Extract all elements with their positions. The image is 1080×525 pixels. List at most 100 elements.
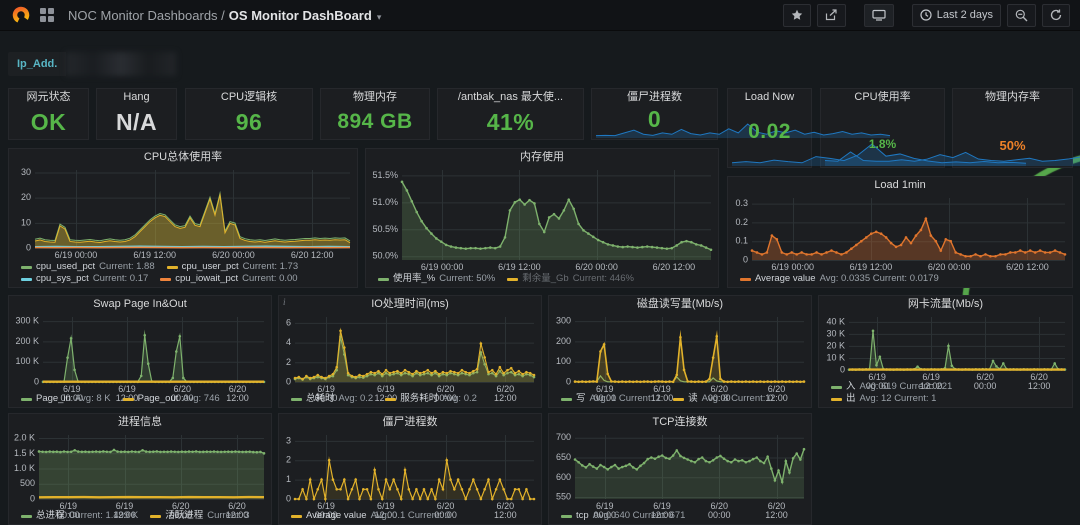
legend-series-label[interactable]: 入 bbox=[846, 381, 856, 393]
star-button[interactable] bbox=[783, 4, 811, 27]
zoom-out-button[interactable] bbox=[1007, 4, 1036, 27]
chevron-down-icon[interactable]: ▾ bbox=[377, 12, 382, 22]
legend-series-label[interactable]: Average value bbox=[755, 273, 816, 285]
refresh-button[interactable] bbox=[1042, 4, 1070, 27]
legend-item[interactable]: Average valueAvg: 0.0335 Current: 0.0179 bbox=[740, 273, 939, 285]
legend-item[interactable]: 剩余量_Gb Current: 446% bbox=[507, 273, 634, 285]
swap-chart[interactable] bbox=[9, 312, 271, 404]
panel-title[interactable]: Swap Page In&Out bbox=[9, 296, 271, 312]
legend-item[interactable]: 读Avg: 8 Current: 0 bbox=[673, 393, 773, 405]
proc-chart[interactable] bbox=[9, 430, 271, 521]
star-icon bbox=[791, 9, 803, 21]
panel-swap-graph: Swap Page In&Out Page_inAvg: 8 K Page_out… bbox=[8, 295, 272, 408]
panel-title[interactable]: CPU总体使用率 bbox=[9, 149, 357, 165]
legend-series-label[interactable]: tcp bbox=[576, 510, 589, 522]
cpu-usage-chart[interactable] bbox=[9, 165, 357, 261]
share-button[interactable] bbox=[817, 4, 846, 27]
legend: tcp Avg: 640 Current: 671 bbox=[549, 510, 811, 524]
disk-chart[interactable] bbox=[549, 312, 811, 404]
panel-title[interactable]: 进程信息 bbox=[9, 414, 271, 430]
panel-title[interactable]: IO处理时间(ms) bbox=[279, 296, 541, 312]
legend-item[interactable]: 入Avg: 619 Current: 221 bbox=[831, 381, 952, 393]
panel-title[interactable]: 磁盘读写量(Mb/s) bbox=[549, 296, 811, 312]
legend-item[interactable]: cpu_sys_pctCurrent: 0.17 bbox=[21, 273, 148, 285]
legend-series-label[interactable]: 活跃进程 bbox=[165, 510, 203, 522]
variable-value-redacted[interactable] bbox=[66, 52, 176, 76]
legend-series-label[interactable]: 服务耗时 bbox=[400, 393, 438, 405]
legend-series-label[interactable]: 使用率_% bbox=[393, 273, 435, 285]
legend-item[interactable]: 使用率_%Current: 50% bbox=[378, 273, 495, 285]
panel-title[interactable]: CPU逻辑核 bbox=[186, 89, 312, 105]
grafana-logo-icon[interactable] bbox=[12, 6, 30, 24]
legend-item[interactable]: cpu_used_pctCurrent: 1.88 bbox=[21, 261, 155, 273]
legend-item[interactable]: Page_inAvg: 8 K bbox=[21, 393, 111, 405]
legend-series-dash bbox=[160, 278, 171, 281]
dashboards-grid-icon[interactable] bbox=[40, 8, 54, 22]
legend-item[interactable]: cpu_iowait_pctCurrent: 0.00 bbox=[160, 273, 297, 285]
breadcrumb-group[interactable]: NOC Monitor Dashboards bbox=[68, 8, 218, 23]
legend-series-label[interactable]: 写 bbox=[576, 393, 586, 405]
top-navbar: NOC Monitor Dashboards /OS Monitor DashB… bbox=[0, 0, 1080, 31]
legend-series-label[interactable]: 总进程 bbox=[36, 510, 65, 522]
panel-title[interactable]: 内存使用 bbox=[366, 149, 718, 165]
legend-series-label[interactable]: cpu_used_pct bbox=[36, 261, 95, 273]
legend-series-label[interactable]: cpu_user_pct bbox=[182, 261, 239, 273]
legend-series-label[interactable]: 总耗时 bbox=[306, 393, 335, 405]
dashboard-title[interactable]: OS Monitor DashBoard bbox=[229, 8, 372, 23]
legend-series-value: Avg: 12 Current: 1 bbox=[860, 393, 937, 405]
legend-series-value: Current: 1.499 K bbox=[69, 510, 139, 522]
panel-title[interactable]: Load 1min bbox=[728, 177, 1072, 193]
io-chart[interactable] bbox=[279, 312, 541, 404]
legend-item[interactable]: 出 Avg: 12 Current: 1 bbox=[831, 393, 936, 405]
legend-item[interactable]: 活跃进程Current: 3 bbox=[150, 510, 249, 522]
legend-series-label[interactable]: cpu_sys_pct bbox=[36, 273, 89, 285]
legend-series-label[interactable]: 剩余量_Gb bbox=[522, 273, 568, 285]
panel-title[interactable]: 物理内存率 bbox=[953, 89, 1072, 105]
legend-series-label[interactable]: 读 bbox=[688, 393, 698, 405]
info-icon[interactable]: i bbox=[283, 297, 286, 307]
refresh-icon bbox=[1050, 9, 1062, 21]
panel-title[interactable]: 物理内存 bbox=[321, 89, 429, 105]
tv-mode-button[interactable] bbox=[864, 4, 894, 27]
legend-series-dash bbox=[291, 398, 302, 401]
legend-series-label[interactable]: cpu_iowait_pct bbox=[175, 273, 238, 285]
legend-series-value: Avg: 640 Current: 671 bbox=[593, 510, 686, 522]
panel-cpu-usage-graph: CPU总体使用率 cpu_used_pctCurrent: 1.88cpu_us… bbox=[8, 148, 358, 288]
panel-title[interactable]: CPU使用率 bbox=[821, 89, 944, 105]
legend: 使用率_%Current: 50% 剩余量_Gb Current: 446% bbox=[366, 273, 718, 287]
panel-title[interactable]: 僵尸进程数 bbox=[279, 414, 541, 430]
legend-series-dash bbox=[123, 398, 134, 401]
time-range-button[interactable]: Last 2 days bbox=[912, 4, 1001, 27]
legend-series-dash bbox=[378, 278, 389, 281]
legend-series-label[interactable]: Page_in bbox=[36, 393, 71, 405]
legend-item[interactable]: 服务耗时Avg: 0.2 bbox=[385, 393, 477, 405]
legend-item[interactable]: Average valueAvg: 0.1 Current: 0 bbox=[291, 510, 450, 522]
net-chart[interactable] bbox=[819, 312, 1072, 392]
legend-item[interactable]: 写Avg: 1 Current: 1 bbox=[561, 393, 661, 405]
panel-title[interactable]: Hang bbox=[97, 89, 176, 105]
stat-value: N/A bbox=[97, 105, 176, 139]
legend: 写Avg: 1 Current: 1 读Avg: 8 Current: 0 bbox=[549, 393, 811, 407]
legend-series-label[interactable]: 出 bbox=[846, 393, 856, 405]
panel-title[interactable]: /antbak_nas 最大使... bbox=[438, 89, 583, 105]
legend-series-label[interactable]: Average value bbox=[306, 510, 367, 522]
zombie-chart[interactable] bbox=[279, 430, 541, 521]
mem-usage-chart[interactable] bbox=[366, 165, 718, 273]
panel-title[interactable]: 网元状态 bbox=[9, 89, 88, 105]
legend-item[interactable]: Page_outAvg: 746 bbox=[123, 393, 220, 405]
panel-title[interactable]: 网卡流量(Mb/s) bbox=[819, 296, 1072, 312]
legend-item[interactable]: 总耗时Avg: 0.2 bbox=[291, 393, 373, 405]
load1min-chart[interactable] bbox=[728, 193, 1072, 273]
legend-series-value: Current: 446% bbox=[573, 273, 634, 285]
legend-item[interactable]: 总进程 Current: 1.499 K bbox=[21, 510, 138, 522]
panel-title[interactable]: TCP连接数 bbox=[549, 414, 811, 430]
legend-series-label[interactable]: Page_out bbox=[138, 393, 179, 405]
legend-item[interactable]: cpu_user_pctCurrent: 1.73 bbox=[167, 261, 299, 273]
panel-io-graph: i IO处理时间(ms) 总耗时Avg: 0.2 服务耗时Avg: 0.2 bbox=[278, 295, 542, 408]
legend: Average valueAvg: 0.0335 Current: 0.0179 bbox=[728, 273, 1072, 287]
tcp-chart[interactable] bbox=[549, 430, 811, 521]
breadcrumb[interactable]: NOC Monitor Dashboards /OS Monitor DashB… bbox=[68, 8, 381, 23]
legend: cpu_used_pctCurrent: 1.88 cpu_user_pctCur… bbox=[9, 261, 357, 287]
legend-series-dash bbox=[831, 386, 842, 389]
legend-item[interactable]: tcp Avg: 640 Current: 671 bbox=[561, 510, 685, 522]
